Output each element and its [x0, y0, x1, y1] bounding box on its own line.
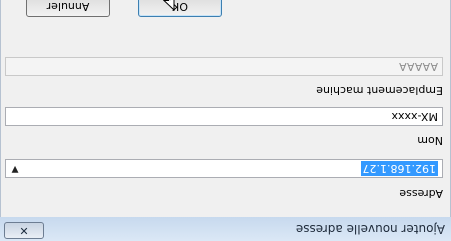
- close-button[interactable]: ✕: [4, 222, 44, 239]
- address-value: 192.168.1.27: [360, 161, 438, 176]
- name-label: Nom: [417, 134, 443, 147]
- address-combobox[interactable]: 192.168.1.27 ▼: [5, 159, 443, 178]
- location-label: Emplacement machine: [316, 84, 443, 97]
- title-bar[interactable]: Ajouter nouvelle adresse ✕: [0, 216, 451, 241]
- address-label: Adresse: [399, 187, 443, 200]
- close-icon: ✕: [19, 224, 29, 237]
- name-input[interactable]: MX-xxxx: [5, 107, 443, 126]
- ok-button[interactable]: OK: [138, 0, 222, 17]
- location-input[interactable]: AAAAA: [5, 57, 443, 76]
- dialog-body: Adresse 192.168.1.27 ▼ Nom MX-xxxx Empla…: [0, 0, 451, 217]
- add-address-dialog: Ajouter nouvelle adresse ✕ Adresse 192.1…: [0, 0, 451, 241]
- cancel-button[interactable]: Annuler: [26, 0, 110, 17]
- dropdown-arrow-icon[interactable]: ▼: [8, 161, 22, 176]
- window-title: Ajouter nouvelle adresse: [295, 222, 445, 236]
- screenshot-stage: Ajouter nouvelle adresse ✕ Adresse 192.1…: [0, 0, 451, 241]
- mouse-pointer-icon: [163, 0, 175, 11]
